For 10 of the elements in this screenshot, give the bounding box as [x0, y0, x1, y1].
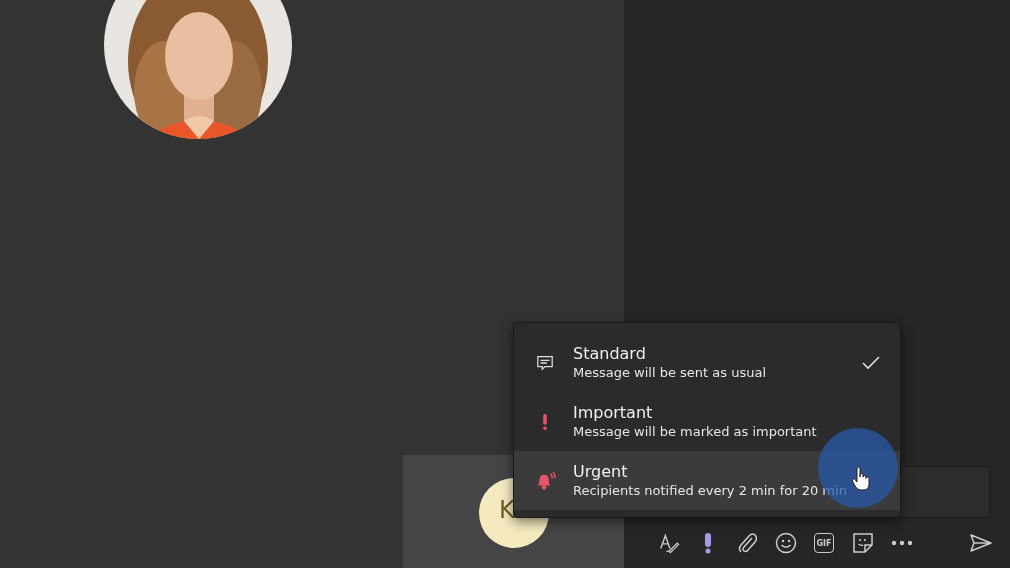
message-icon [536, 353, 554, 372]
gif-button[interactable]: GIF [814, 533, 834, 553]
menu-item[interactable]: Standard Message will be sent as usual [514, 333, 900, 392]
item-description: Message will be marked as important [573, 422, 817, 441]
item-description: Message will be sent as usual [573, 363, 767, 382]
item-title: Important [573, 402, 653, 423]
item-title: Urgent [573, 461, 628, 482]
menu-item[interactable]: Important Message will be marked as important [514, 392, 900, 451]
exclamation-icon [542, 412, 548, 431]
item-title: Standard [573, 343, 646, 364]
